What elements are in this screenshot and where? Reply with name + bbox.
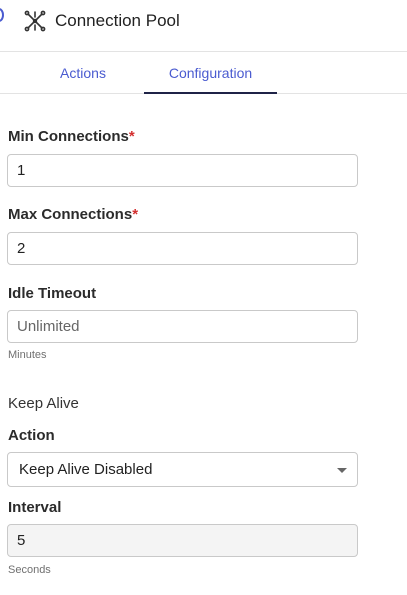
tab-configuration[interactable]: Configuration [144, 53, 277, 94]
panel-header: Connection Pool [0, 0, 407, 52]
max-connections-label: Max Connections* [8, 206, 138, 223]
min-connections-label-text: Min Connections [8, 128, 129, 145]
idle-timeout-label: Idle Timeout [8, 285, 97, 302]
idle-timeout-input[interactable] [7, 310, 358, 343]
keep-alive-section-title: Keep Alive [8, 395, 79, 412]
idle-timeout-hint: Minutes [8, 349, 47, 361]
interval-hint: Seconds [8, 564, 51, 576]
network-nodes-icon [24, 10, 46, 32]
max-connections-input[interactable] [7, 232, 358, 265]
tab-actions[interactable]: Actions [23, 53, 143, 93]
page-title: Connection Pool [55, 11, 180, 30]
chevron-down-icon [337, 468, 347, 473]
action-select-value: Keep Alive Disabled [19, 461, 153, 478]
required-mark: * [132, 206, 139, 223]
action-label: Action [8, 427, 55, 444]
action-select[interactable]: Keep Alive Disabled [7, 452, 358, 487]
required-mark: * [128, 128, 135, 145]
tab-bar: Actions Configuration [0, 53, 407, 94]
min-connections-label: Min Connections* [8, 128, 135, 145]
min-connections-input[interactable] [7, 154, 358, 187]
interval-input [7, 524, 358, 557]
max-connections-label-text: Max Connections [8, 206, 133, 223]
interval-label: Interval [8, 499, 62, 516]
